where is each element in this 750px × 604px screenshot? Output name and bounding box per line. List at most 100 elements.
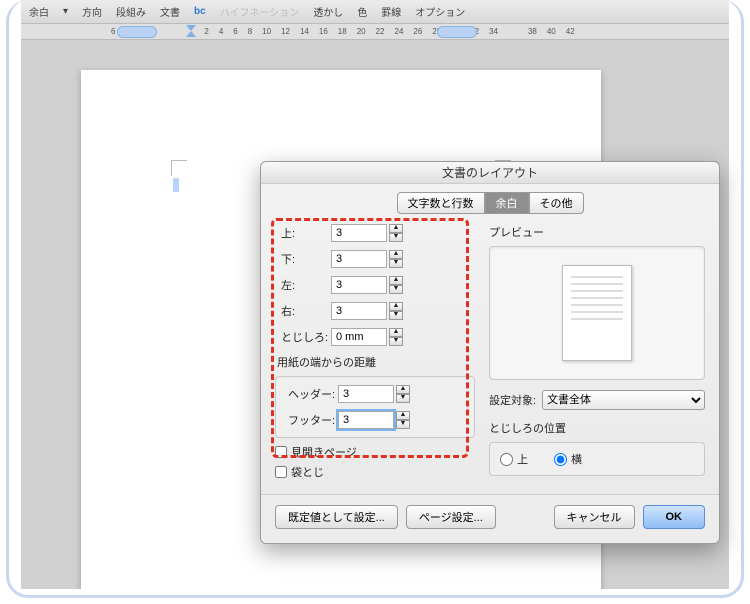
stepper-up-icon[interactable]: ▲ xyxy=(389,328,403,337)
margin-guide-icon xyxy=(171,160,187,176)
stepper-down-icon[interactable]: ▼ xyxy=(389,311,403,320)
stepper-down-icon[interactable]: ▼ xyxy=(389,259,403,268)
gutter-position-label: とじしろの位置 xyxy=(489,420,705,436)
set-default-button[interactable]: 既定値として設定... xyxy=(275,505,398,529)
margin-right-input[interactable] xyxy=(331,302,387,320)
margin-top-label: 上: xyxy=(275,225,331,241)
horizontal-ruler[interactable]: 642 246810121416182022242628303234 38404… xyxy=(21,24,729,40)
footer-distance-label: フッター: xyxy=(282,412,338,428)
toolbar-item[interactable]: ハイフネーション xyxy=(220,4,300,19)
ruler-cap-left xyxy=(117,26,157,38)
ruler-tick: 2 xyxy=(204,27,208,36)
header-stepper[interactable]: ▲▼ xyxy=(396,385,410,403)
stepper-down-icon[interactable]: ▼ xyxy=(389,285,403,294)
tab-other[interactable]: その他 xyxy=(529,192,584,214)
gutter-top-radio-input[interactable] xyxy=(500,453,513,466)
margin-right-stepper[interactable]: ▲▼ xyxy=(389,302,403,320)
ruler-tick: 4 xyxy=(219,27,223,36)
gutter-side-label: 横 xyxy=(571,451,582,467)
preview-box xyxy=(489,246,705,380)
gutter-top-label: 上 xyxy=(517,451,528,467)
gutter-input[interactable] xyxy=(331,328,387,346)
margin-bottom-input[interactable] xyxy=(331,250,387,268)
margin-top-stepper[interactable]: ▲▼ xyxy=(389,224,403,242)
toolbar-item[interactable]: 罫線 xyxy=(381,4,401,19)
ruler-tick: 14 xyxy=(300,27,309,36)
margin-top-input[interactable] xyxy=(331,224,387,242)
stepper-down-icon[interactable]: ▼ xyxy=(389,233,403,242)
stepper-up-icon[interactable]: ▲ xyxy=(396,385,410,394)
fold-label: 袋とじ xyxy=(291,464,324,480)
text-cursor xyxy=(173,178,179,192)
toolbar-item[interactable]: オプション xyxy=(415,4,465,19)
header-distance-label: ヘッダー: xyxy=(282,386,338,402)
stepper-up-icon[interactable]: ▲ xyxy=(389,250,403,259)
apply-target-label: 設定対象: xyxy=(489,392,536,408)
dialog-tabs: 文字数と行数 余白 その他 xyxy=(261,192,719,214)
gutter-top-radio[interactable]: 上 xyxy=(500,451,528,467)
stepper-up-icon[interactable]: ▲ xyxy=(389,302,403,311)
ok-button[interactable]: OK xyxy=(643,505,706,529)
margin-bottom-stepper[interactable]: ▲▼ xyxy=(389,250,403,268)
stepper-down-icon[interactable]: ▼ xyxy=(389,337,403,346)
gutter-stepper[interactable]: ▲▼ xyxy=(389,328,403,346)
stepper-up-icon[interactable]: ▲ xyxy=(396,411,410,420)
ruler-tick: 6 xyxy=(111,27,115,36)
layout-toolbar: 余白 ▾ 方向 段組み 文書 bc ハイフネーション 透かし 色 罫線 オプショ… xyxy=(21,0,729,24)
facing-pages-label: 見開きページ xyxy=(291,444,357,460)
toolbar-item[interactable]: 色 xyxy=(357,4,367,19)
ruler-tick: 42 xyxy=(566,27,575,36)
ruler-tick: 40 xyxy=(547,27,556,36)
toolbar-item[interactable]: 方向 xyxy=(82,4,102,19)
gutter-position-group: 上 横 xyxy=(489,442,705,476)
ruler-tick: 18 xyxy=(338,27,347,36)
header-distance-input[interactable] xyxy=(338,385,394,403)
toolbar-item[interactable]: 段組み xyxy=(116,4,146,19)
margin-left-label: 左: xyxy=(275,277,331,293)
toolbar-item[interactable]: 透かし xyxy=(313,4,343,19)
tab-margins[interactable]: 余白 xyxy=(485,192,529,214)
preview-page-icon xyxy=(562,265,632,361)
ruler-tick: 12 xyxy=(281,27,290,36)
document-layout-dialog: 文書のレイアウト 文字数と行数 余白 その他 上: ▲▼ 下: ▲▼ 左: ▲▼ xyxy=(260,161,720,544)
dialog-title: 文書のレイアウト xyxy=(261,162,719,184)
fold-check-input[interactable] xyxy=(275,466,287,478)
ruler-tick: 26 xyxy=(413,27,422,36)
tab-chars-lines[interactable]: 文字数と行数 xyxy=(397,192,485,214)
footer-stepper[interactable]: ▲▼ xyxy=(396,411,410,429)
margin-right-label: 右: xyxy=(275,303,331,319)
stepper-down-icon[interactable]: ▼ xyxy=(396,420,410,429)
cancel-button[interactable]: キャンセル xyxy=(554,505,635,529)
toolbar-bc-icon[interactable]: bc xyxy=(194,6,206,17)
margin-left-input[interactable] xyxy=(331,276,387,294)
stepper-up-icon[interactable]: ▲ xyxy=(389,276,403,285)
stepper-down-icon[interactable]: ▼ xyxy=(396,394,410,403)
gutter-side-radio[interactable]: 横 xyxy=(554,451,582,467)
apply-target-select[interactable]: 文書全体 xyxy=(542,390,705,410)
toolbar-item[interactable]: 余白 xyxy=(29,4,49,19)
ruler-cap-right xyxy=(437,26,477,38)
edge-distance-group: ヘッダー: ▲▼ フッター: ▲▼ xyxy=(275,376,475,438)
ruler-tick: 8 xyxy=(248,27,252,36)
indent-marker-icon[interactable] xyxy=(185,25,197,37)
page-setup-button[interactable]: ページ設定... xyxy=(406,505,496,529)
margin-bottom-label: 下: xyxy=(275,251,331,267)
gutter-side-radio-input[interactable] xyxy=(554,453,567,466)
gutter-label: とじしろ: xyxy=(275,329,331,345)
preview-label: プレビュー xyxy=(489,224,705,240)
ruler-tick: 16 xyxy=(319,27,328,36)
stepper-up-icon[interactable]: ▲ xyxy=(389,224,403,233)
ruler-tick: 34 xyxy=(489,27,498,36)
fold-checkbox[interactable]: 袋とじ xyxy=(275,464,475,480)
toolbar-item[interactable]: 文書 xyxy=(160,4,180,19)
edge-distance-label: 用紙の端からの距離 xyxy=(277,354,475,370)
ruler-tick: 6 xyxy=(233,27,237,36)
ruler-tick: 22 xyxy=(376,27,385,36)
facing-pages-check-input[interactable] xyxy=(275,446,287,458)
toolbar-dropdown-icon[interactable]: ▾ xyxy=(63,6,68,17)
footer-distance-input[interactable] xyxy=(338,411,394,429)
facing-pages-checkbox[interactable]: 見開きページ xyxy=(275,444,475,460)
ruler-tick: 20 xyxy=(357,27,366,36)
ruler-tick: 10 xyxy=(262,27,271,36)
margin-left-stepper[interactable]: ▲▼ xyxy=(389,276,403,294)
